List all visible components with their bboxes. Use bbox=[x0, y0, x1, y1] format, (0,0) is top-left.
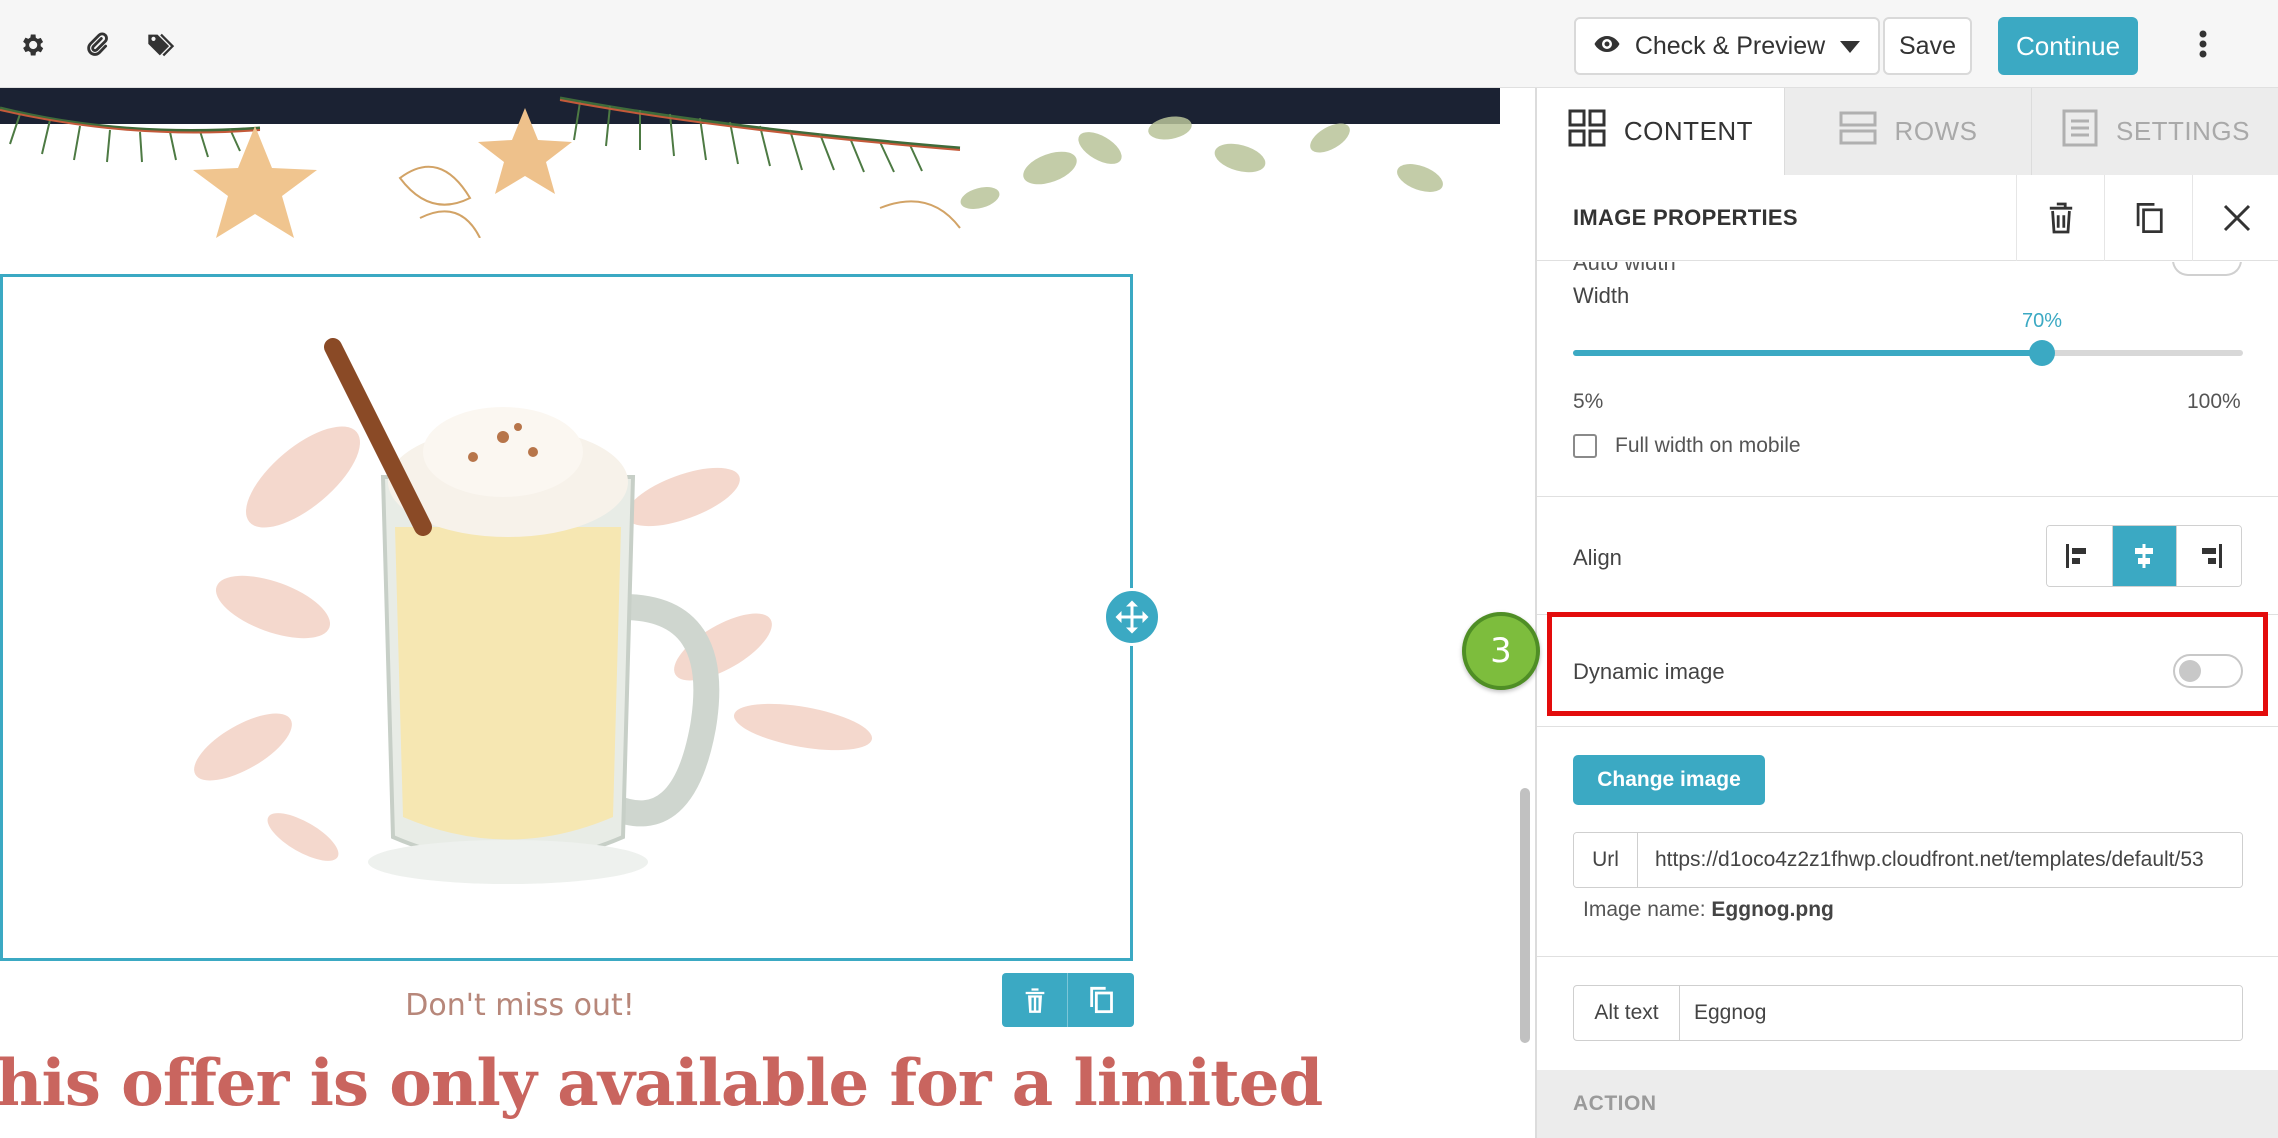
image-name-label: Image name: bbox=[1583, 898, 1706, 921]
settings-list-icon bbox=[2062, 109, 2098, 154]
panel-tabs: CONTENT ROWS SETTINGS bbox=[1537, 88, 2278, 175]
tagline-text: Don't miss out! bbox=[405, 988, 635, 1023]
width-min-label: 5% bbox=[1573, 390, 1604, 413]
alt-text-prefix-label: Alt text bbox=[1574, 986, 1680, 1040]
save-button[interactable]: Save bbox=[1883, 17, 1972, 75]
url-field-group: Url bbox=[1573, 832, 2243, 888]
tab-rows-label: ROWS bbox=[1894, 116, 1978, 146]
image-name: Image name: Eggnog.png bbox=[1583, 898, 1834, 922]
tab-rows[interactable]: ROWS bbox=[1784, 88, 2031, 175]
divider bbox=[1537, 956, 2278, 957]
top-toolbar: Check & Preview Save Continue bbox=[0, 0, 2278, 88]
align-right-button[interactable] bbox=[2176, 526, 2241, 586]
close-icon[interactable] bbox=[2192, 175, 2278, 261]
width-max-label: 100% bbox=[2187, 390, 2241, 413]
clipped-row: Auto width bbox=[1537, 262, 2278, 278]
tags-icon[interactable] bbox=[146, 30, 176, 60]
tab-content-label: CONTENT bbox=[1623, 116, 1754, 146]
eggnog-image bbox=[194, 338, 873, 884]
selected-image-block[interactable] bbox=[0, 274, 1133, 961]
width-value: 70% bbox=[2021, 310, 2063, 332]
auto-width-toggle[interactable] bbox=[2172, 262, 2242, 276]
align-label: Align bbox=[1573, 545, 1622, 570]
caret-down-icon bbox=[1839, 32, 1861, 61]
auto-width-label: Auto width bbox=[1573, 262, 1676, 275]
properties-header: IMAGE PROPERTIES bbox=[1537, 175, 2278, 261]
step-highlight-box bbox=[1547, 612, 2268, 716]
canvas-scrollbar[interactable] bbox=[1520, 788, 1530, 1043]
grid-icon bbox=[1568, 109, 1606, 154]
move-handle-icon[interactable] bbox=[1103, 588, 1161, 646]
align-buttons bbox=[2046, 525, 2242, 587]
align-left-button[interactable] bbox=[2047, 526, 2112, 586]
url-prefix-label: Url bbox=[1574, 833, 1638, 887]
eye-icon bbox=[1593, 32, 1621, 61]
holiday-banner-image bbox=[0, 88, 1500, 238]
divider bbox=[1537, 726, 2278, 727]
alt-text-field-group: Alt text bbox=[1573, 985, 2243, 1041]
more-vertical-icon[interactable] bbox=[2188, 29, 2218, 59]
paperclip-icon[interactable] bbox=[82, 30, 112, 60]
full-width-mobile-label: Full width on mobile bbox=[1615, 434, 1801, 457]
gear-icon[interactable] bbox=[17, 30, 47, 60]
tab-settings[interactable]: SETTINGS bbox=[2031, 88, 2278, 175]
check-preview-button[interactable]: Check & Preview bbox=[1574, 17, 1880, 75]
alt-text-input[interactable] bbox=[1680, 986, 2242, 1040]
check-preview-label: Check & Preview bbox=[1634, 31, 1826, 60]
delete-icon[interactable] bbox=[2016, 175, 2104, 261]
width-slider-thumb[interactable] bbox=[2029, 340, 2055, 366]
duplicate-block-icon[interactable] bbox=[1068, 973, 1134, 1027]
image-name-value: Eggnog.png bbox=[1711, 898, 1834, 921]
offer-headline: his offer is only available for a limite… bbox=[0, 1046, 1323, 1121]
action-section-label: ACTION bbox=[1573, 1092, 1657, 1115]
action-section-header[interactable]: ACTION bbox=[1537, 1070, 2278, 1138]
tab-settings-label: SETTINGS bbox=[2115, 116, 2250, 146]
full-width-mobile-checkbox[interactable] bbox=[1573, 434, 1597, 458]
width-slider[interactable] bbox=[1573, 340, 2243, 366]
change-image-button[interactable]: Change image bbox=[1573, 755, 1765, 805]
duplicate-icon[interactable] bbox=[2104, 175, 2192, 261]
properties-title: IMAGE PROPERTIES bbox=[1573, 205, 1798, 230]
width-slider-fill bbox=[1573, 350, 2042, 356]
divider bbox=[1537, 496, 2278, 497]
email-canvas: Don't miss out! his offer is only availa… bbox=[0, 88, 1534, 1138]
url-input[interactable] bbox=[1638, 833, 2242, 887]
rows-icon bbox=[1839, 109, 1877, 154]
align-center-button[interactable] bbox=[2111, 526, 2177, 586]
continue-button[interactable]: Continue bbox=[1998, 17, 2138, 75]
width-label: Width bbox=[1573, 283, 1630, 308]
step-number-badge: 3 bbox=[1462, 612, 1540, 690]
tab-content[interactable]: CONTENT bbox=[1537, 88, 1784, 175]
